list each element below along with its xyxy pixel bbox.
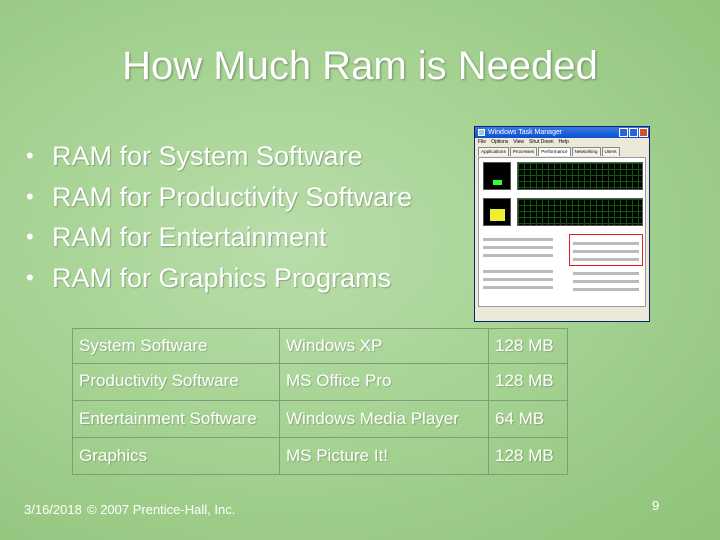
slide-title: How Much Ram is Needed <box>122 44 598 88</box>
bullet-list: • RAM for System Software • RAM for Produc… <box>26 136 412 298</box>
performance-panel <box>478 157 646 307</box>
table-row: Entertainment Software Windows Media Pla… <box>72 400 568 438</box>
table-cell-ram: 128 MB <box>488 363 568 401</box>
commit-charge-row <box>483 286 553 289</box>
bullet-text: RAM for System Software <box>52 141 363 171</box>
menu-shut-down: Shut Down <box>529 139 554 145</box>
pf-usage-bar <box>490 209 505 221</box>
table-row: Graphics MS Picture It! 128 MB <box>72 437 568 475</box>
table-cell-software: Windows Media Player <box>279 400 489 438</box>
task-manager-app-icon <box>478 129 485 136</box>
bullet-dot: • <box>26 224 34 249</box>
pf-usage-meter <box>483 198 511 226</box>
kernel-memory-section <box>573 272 639 275</box>
table-row: System Software Windows XP 128 MB <box>72 328 568 364</box>
graph-grid <box>518 163 642 189</box>
physical-memory-row <box>573 258 639 261</box>
task-manager-window-title: Windows Task Manager <box>488 129 563 136</box>
maximize-icon <box>629 128 638 137</box>
bullet-text: RAM for Entertainment <box>52 222 327 252</box>
pf-usage-history-graph <box>517 198 643 226</box>
table-cell-ram: 64 MB <box>488 400 568 438</box>
task-manager-status-bar <box>475 309 649 321</box>
close-icon <box>639 128 648 137</box>
commit-charge-row <box>483 278 553 281</box>
bullet-dot: • <box>26 183 34 209</box>
tab-users: Users <box>601 147 620 156</box>
commit-charge-section <box>483 270 553 273</box>
table-cell-category: Entertainment Software <box>72 400 280 438</box>
menu-file: File <box>478 139 487 145</box>
slide-number: 9 <box>652 498 660 513</box>
physical-memory-row <box>573 242 639 245</box>
cpu-usage-bar <box>493 180 502 185</box>
table-row: Productivity Software MS Office Pro 128 … <box>72 363 568 401</box>
menu-help: Help <box>558 139 569 145</box>
task-manager-screenshot: Windows Task Manager File Options View S… <box>474 126 650 322</box>
task-manager-titlebar: Windows Task Manager <box>475 127 649 138</box>
totals-section <box>483 238 553 241</box>
bullet-text: RAM for Productivity Software <box>52 181 413 212</box>
totals-row <box>483 254 553 257</box>
tab-networking: Networking <box>571 147 601 156</box>
footer-copyright: © 2007 Prentice-Hall, Inc. <box>87 502 236 517</box>
table-cell-software: MS Office Pro <box>279 363 489 401</box>
window-controls <box>619 128 648 137</box>
table-cell-category: Graphics <box>72 437 280 475</box>
tab-performance: Performance <box>538 147 571 156</box>
table-cell-category: System Software <box>72 328 280 364</box>
physical-memory-row <box>573 250 639 253</box>
table-cell-ram: 128 MB <box>488 437 568 475</box>
cpu-usage-meter <box>483 162 511 190</box>
bullet-item: • RAM for System Software <box>26 136 412 177</box>
bullet-item: • RAM for Graphics Programs <box>26 258 412 299</box>
menu-options: Options <box>491 139 509 145</box>
ram-requirements-table: System Software Windows XP 128 MB Produc… <box>72 328 568 475</box>
graph-grid <box>518 199 642 225</box>
kernel-memory-row <box>573 280 639 283</box>
table-cell-software: MS Picture It! <box>279 437 489 475</box>
bullet-text: RAM for Graphics Programs <box>52 262 392 293</box>
bullet-dot: • <box>26 143 34 168</box>
bullet-item: • RAM for Productivity Software <box>26 177 412 218</box>
menu-view: View <box>513 139 525 145</box>
footer-date: 3/16/2018 <box>24 502 82 517</box>
tab-processes: Processes <box>509 147 538 156</box>
totals-row <box>483 246 553 249</box>
task-manager-tabs: Applications Processes Performance Netwo… <box>475 147 649 156</box>
table-cell-ram: 128 MB <box>488 328 568 364</box>
task-manager-menu: File Options View Shut Down Help <box>475 138 649 147</box>
tab-applications: Applications <box>478 147 509 156</box>
minimize-icon <box>619 128 628 137</box>
table-cell-software: Windows XP <box>279 328 489 364</box>
bullet-item: • RAM for Entertainment <box>26 217 412 258</box>
bullet-dot: • <box>26 264 34 290</box>
kernel-memory-row <box>573 288 639 291</box>
table-cell-category: Productivity Software <box>72 363 280 401</box>
cpu-usage-history-graph <box>517 162 643 190</box>
